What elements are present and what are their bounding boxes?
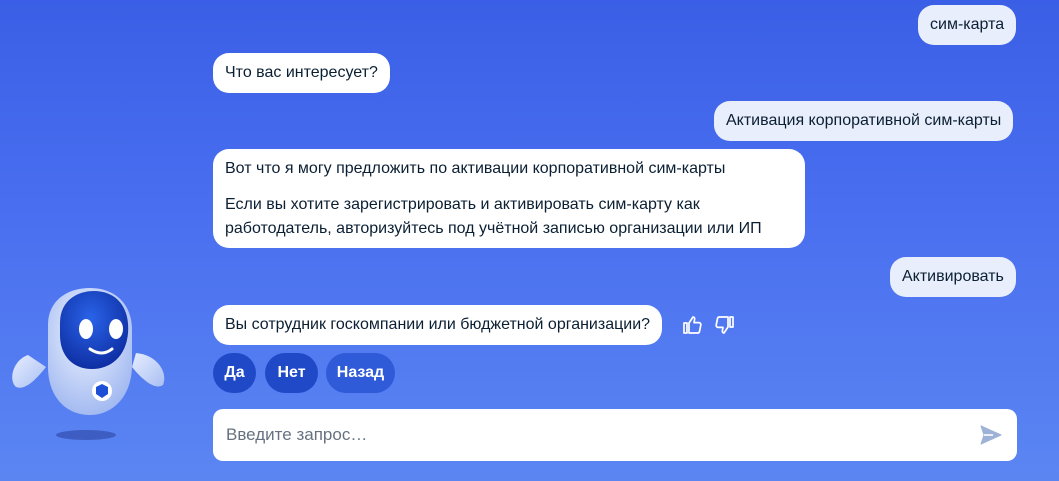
quick-reply-back[interactable]: Назад bbox=[326, 353, 395, 393]
bot-message-2-paragraph-2: Если вы хотите зарегистрировать и активи… bbox=[225, 196, 762, 237]
user-message-1: сим-карта bbox=[918, 5, 1017, 45]
bot-message-2-paragraph-1: Вот что я могу предложить по активации к… bbox=[225, 160, 726, 177]
message-input[interactable] bbox=[213, 409, 979, 461]
quick-reply-yes[interactable]: Да bbox=[213, 353, 256, 393]
user-message-2: Активация корпоративной сим-карты bbox=[714, 101, 1014, 141]
message-input-container bbox=[213, 409, 1017, 461]
user-message-3: Активировать bbox=[890, 257, 1016, 297]
bot-message-3: Вы сотрудник госкомпании или бюджетной о… bbox=[213, 305, 663, 345]
thumbs-down-icon[interactable] bbox=[713, 313, 737, 337]
thumbs-up-icon[interactable] bbox=[680, 313, 704, 337]
send-icon[interactable] bbox=[979, 423, 1003, 447]
bot-message-2: Вот что я могу предложить по активации к… bbox=[213, 149, 805, 248]
quick-reply-no[interactable]: Нет bbox=[265, 353, 318, 393]
bot-message-1: Что вас интересует? bbox=[213, 53, 390, 93]
robot-avatar-icon bbox=[12, 288, 165, 440]
